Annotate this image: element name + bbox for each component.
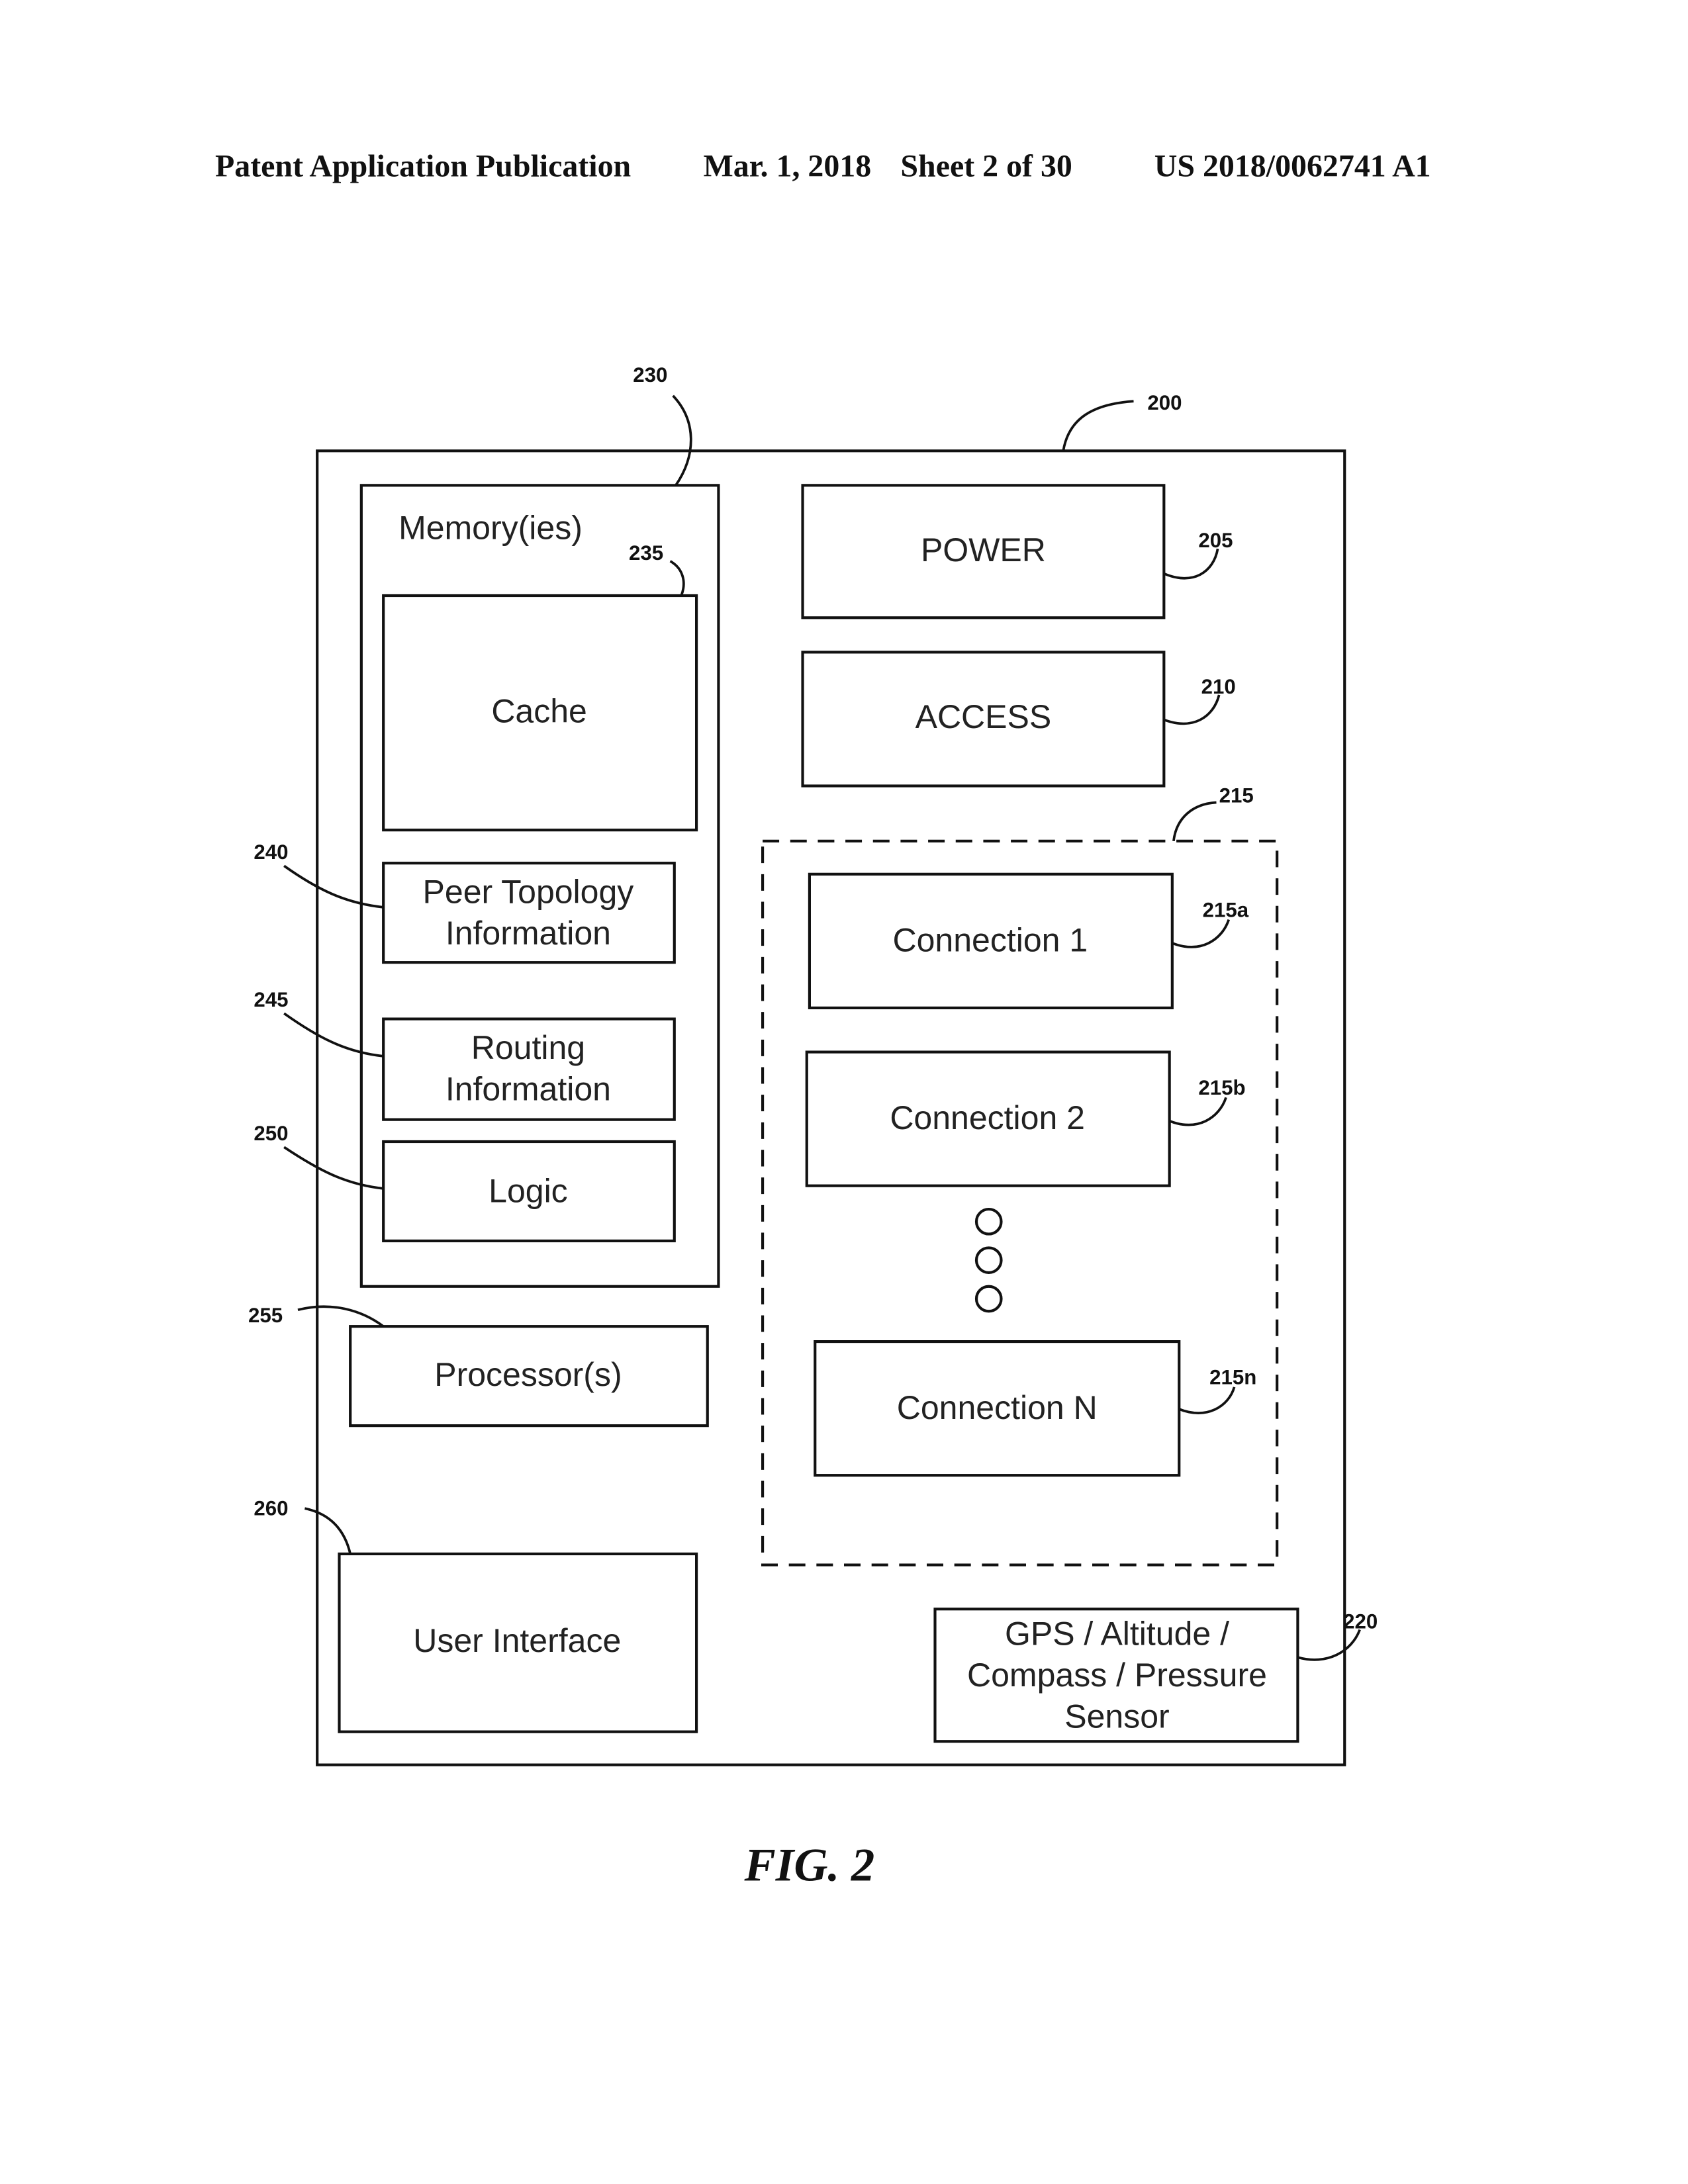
ref-215b: 215b [1198,1076,1245,1099]
sensor-line-3: Sensor [1064,1698,1169,1735]
ref-255: 255 [248,1304,283,1327]
cache-label: Cache [491,693,587,730]
header-sheet: Sheet 2 of 30 [900,149,1072,184]
ref-240: 240 [254,841,288,864]
ref-205: 205 [1198,529,1233,552]
sensor-line-2: Compass / Pressure [967,1657,1267,1694]
patent-sheet: Patent Application Publication Mar. 1, 2… [215,149,1431,1891]
ellipsis-dot-1 [974,1208,1003,1236]
sensor-line-1: GPS / Altitude / [1005,1615,1229,1652]
ref-230: 230 [633,363,667,387]
logic-label: Logic [489,1173,568,1210]
header-patent-number: US 2018/0062741 A1 [1154,149,1431,184]
ref-260: 260 [254,1497,288,1520]
memory-title: Memory(ies) [399,510,583,547]
ellipsis-dot-3 [974,1285,1003,1313]
ellipsis-dot-2 [974,1246,1003,1274]
header-date: Mar. 1, 2018 [704,149,872,184]
ref-215n: 215n [1209,1366,1256,1389]
ref-245: 245 [254,988,288,1011]
power-label: POWER [921,531,1046,569]
header-publication: Patent Application Publication [215,149,631,184]
connection-2-label: Connection 2 [890,1099,1085,1136]
ref-215: 215 [1219,784,1254,807]
ref-200: 200 [1147,391,1182,414]
connection-n-label: Connection N [897,1389,1098,1426]
access-label: ACCESS [915,698,1052,735]
processor-label: Processor(s) [434,1356,622,1393]
figure-caption: FIG. 2 [744,1840,875,1891]
routing-line-2: Information [445,1070,611,1107]
routing-line-1: Routing [471,1029,585,1066]
ref-220: 220 [1343,1610,1378,1633]
peer-topology-line-1: Peer Topology [423,874,634,911]
leader-200 [1062,400,1134,451]
ref-235: 235 [629,541,663,565]
ref-250: 250 [254,1122,288,1145]
peer-topology-line-2: Information [445,915,611,952]
ref-215a: 215a [1203,898,1249,921]
user-interface-label: User Interface [413,1622,621,1659]
connection-1-label: Connection 1 [893,922,1088,959]
ref-210: 210 [1201,675,1236,698]
